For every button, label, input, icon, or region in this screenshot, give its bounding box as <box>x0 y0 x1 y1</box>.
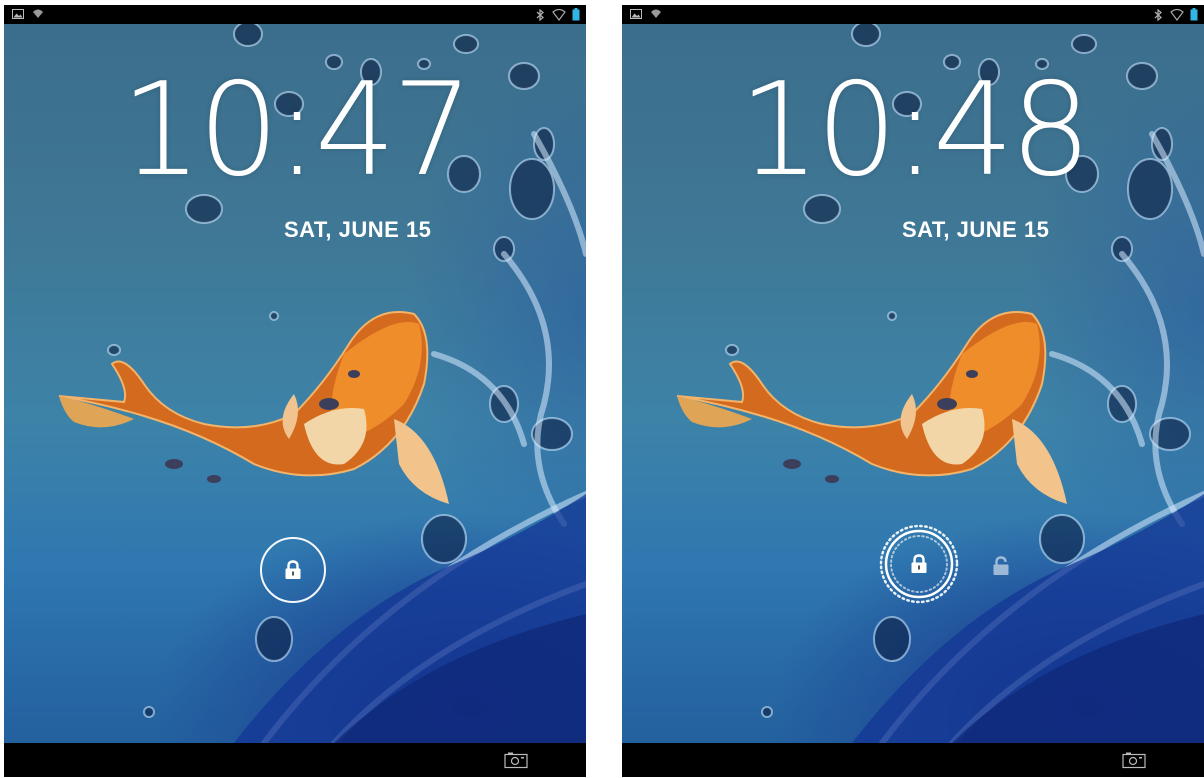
wifi-icon <box>1170 8 1184 21</box>
unlock-icon[interactable] <box>992 556 1010 576</box>
status-bar <box>4 5 586 24</box>
unlock-handle[interactable] <box>260 537 326 603</box>
wifi-signal-icon <box>33 9 43 18</box>
image-notification-icon <box>630 9 642 19</box>
wifi-icon <box>552 8 566 21</box>
bluetooth-icon <box>1154 8 1162 21</box>
status-bar <box>622 5 1204 24</box>
lock-icon <box>911 554 927 573</box>
navigation-bar <box>622 743 1204 777</box>
navigation-bar <box>4 743 586 777</box>
wifi-signal-icon <box>651 9 661 18</box>
lock-icon <box>285 560 301 579</box>
lockscreen-left: 10:47 SAT, JUNE 15 <box>4 5 586 777</box>
battery-icon <box>572 8 580 21</box>
image-notification-icon <box>12 9 24 19</box>
battery-icon <box>1190 8 1198 21</box>
clock-time: 10:47 <box>120 56 474 205</box>
clock-time: 10:48 <box>738 56 1092 205</box>
clock-date: SAT, JUNE 15 <box>284 217 432 242</box>
camera-icon[interactable] <box>504 752 528 769</box>
clock-date: SAT, JUNE 15 <box>902 217 1050 242</box>
camera-icon[interactable] <box>1122 752 1146 769</box>
lockscreen-right: 10:48 SAT, JUNE 15 <box>622 5 1204 777</box>
unlock-handle-active[interactable] <box>878 523 960 605</box>
bluetooth-icon <box>536 8 544 21</box>
